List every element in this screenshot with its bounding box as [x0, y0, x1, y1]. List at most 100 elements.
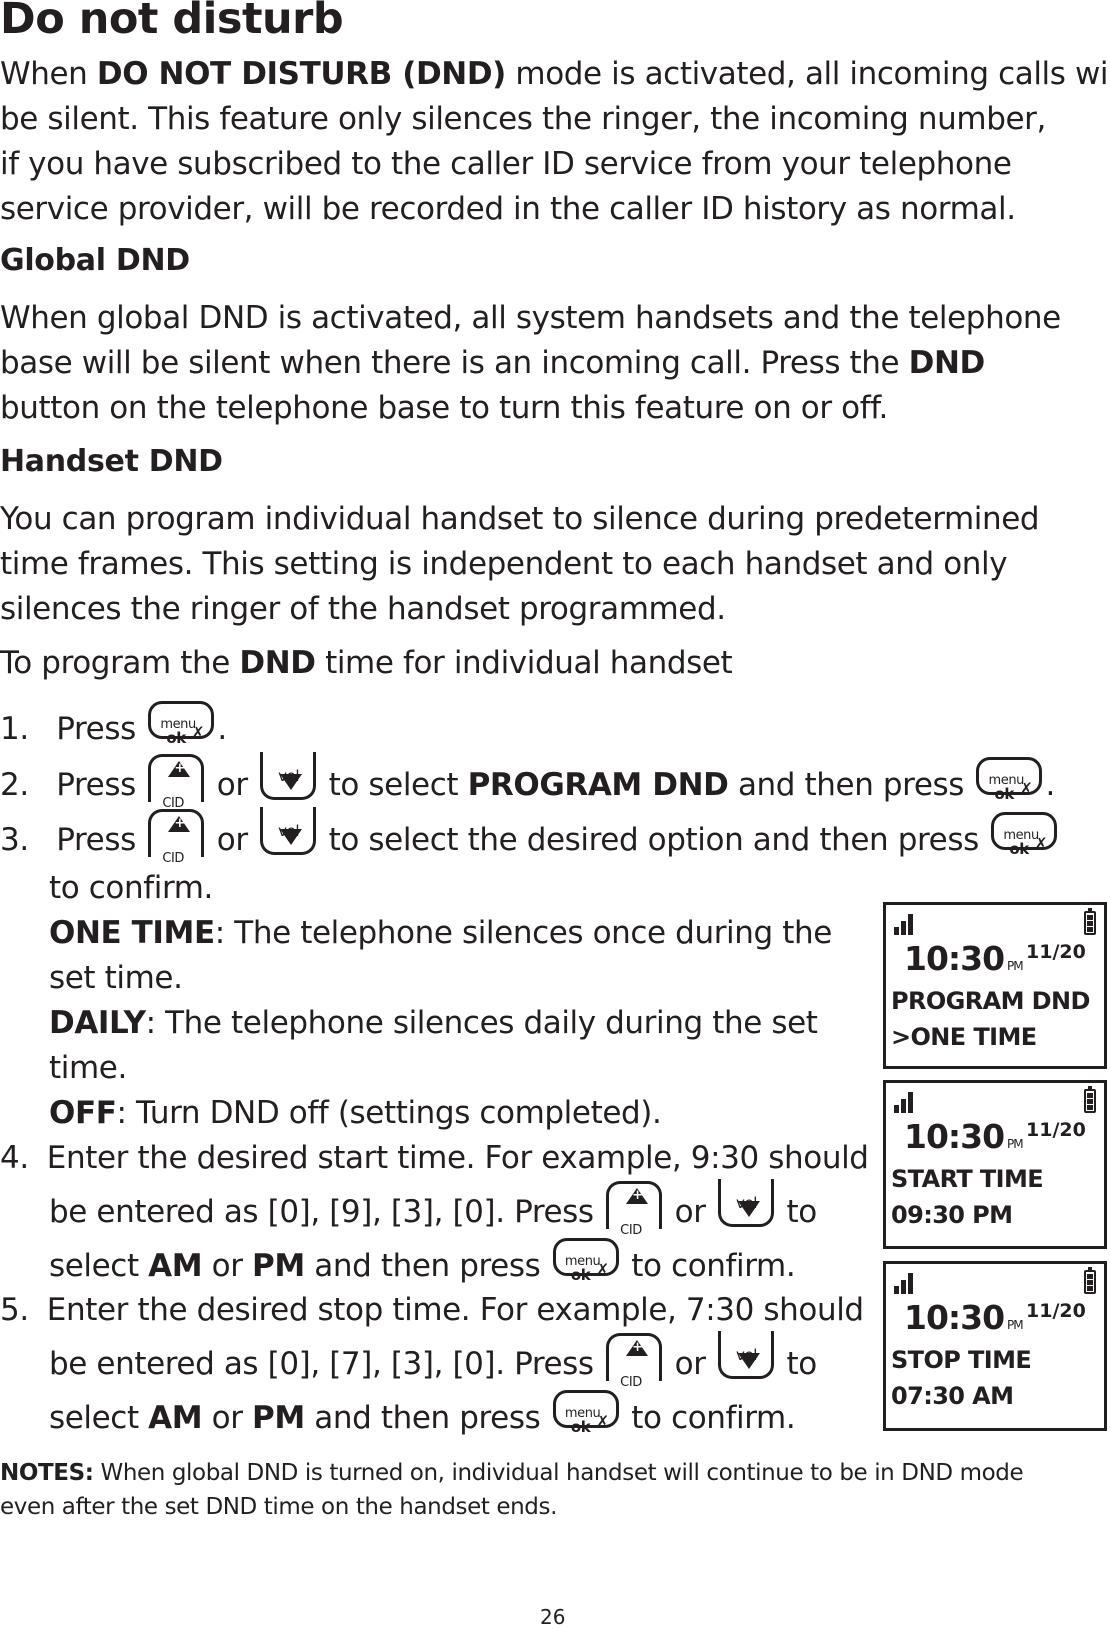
step-text: or [202, 1400, 253, 1436]
menu-ok-key-icon: menu ok ✗ [976, 756, 1043, 803]
intro-line-1: When DO NOT DISTURB (DND) mode is activa… [0, 52, 1110, 97]
key-label: ok [994, 784, 1014, 803]
step-text: or [202, 1248, 253, 1284]
screen-time: 10:30 PM [904, 1298, 1024, 1337]
down-triangle-icon [280, 773, 303, 790]
step-text: Press [56, 767, 136, 803]
up-triangle-icon [168, 760, 191, 777]
mute-mic-icon: ✗ [595, 1259, 609, 1279]
step-3: 3. Press CID or vol to select the desire… [0, 806, 1060, 866]
screen-date: 11/20 [1026, 1119, 1086, 1141]
handset-line-2: time frames. This setting is independent… [0, 546, 1008, 582]
global-text: base will be silent when there is an inc… [0, 345, 909, 381]
handset-dnd-heading: Handset DND [0, 444, 223, 479]
handset-line-1: You can program individual handset to si… [0, 501, 1040, 537]
intro-line-4: service provider, will be recorded in th… [0, 191, 1016, 227]
up-triangle-icon [626, 1339, 649, 1356]
time-value: 10:30 [904, 1298, 1005, 1337]
signal-icon [894, 1091, 916, 1113]
global-dnd-heading: Global DND [0, 243, 190, 278]
step-4-line-2: be entered as [0], [9], [3], [0]. Press … [49, 1178, 817, 1238]
notes-label: NOTES: [0, 1460, 94, 1486]
down-triangle-icon [280, 828, 303, 845]
mute-mic-icon: ✗ [1034, 833, 1048, 853]
screen-date: 11/20 [1026, 1300, 1086, 1322]
intro-text: When [0, 56, 97, 92]
step-text: to confirm. [631, 1248, 796, 1284]
step-text: to [786, 1346, 817, 1382]
screen-line-1: PROGRAM DND [891, 987, 1090, 1015]
option-desc: : Turn DND off (settings completed). [116, 1095, 662, 1131]
vol-down-key-icon: vol [260, 806, 317, 855]
vol-down-key-icon: vol [718, 1330, 775, 1379]
step-text: Press [56, 822, 136, 858]
step-3-continued: to confirm. [49, 870, 214, 906]
step-text: be entered as [0], [7], [3], [0]. Press [49, 1346, 594, 1382]
notes-text: When global DND is turned on, individual… [93, 1460, 1024, 1486]
handset-screen-start-time: 10:30 PM 11/20 START TIME 09:30 PM [883, 1080, 1107, 1249]
step-4: 4. Enter the desired start time. For exam… [0, 1136, 869, 1181]
intro-line-3: if you have subscribed to the caller ID … [0, 146, 1012, 182]
option-name: DAILY [49, 1005, 146, 1041]
global-line-2: base will be silent when there is an inc… [0, 341, 985, 386]
screen-date: 11/20 [1026, 941, 1086, 963]
time-value: 10:30 [904, 1117, 1005, 1156]
step-number: 5. [0, 1292, 29, 1328]
global-line-1: When global DND is activated, all system… [0, 300, 1061, 336]
step-text: Enter the desired start time. For exampl… [46, 1140, 869, 1176]
step-text: to confirm. [631, 1400, 796, 1436]
step-text: to select the desired option and then pr… [328, 822, 980, 858]
step-number: 2. [0, 767, 29, 803]
mute-mic-icon: ✗ [1019, 778, 1033, 798]
battery-icon [1084, 1267, 1096, 1294]
global-line-3: button on the telephone base to turn thi… [0, 390, 888, 426]
step-text: or [216, 767, 248, 803]
handset-screen-stop-time: 10:30 PM 11/20 STOP TIME 07:30 AM [883, 1261, 1107, 1431]
step-2: 2. Press CID or vol to select PROGRAM DN… [0, 751, 1055, 811]
notes-line-2: even after the set DND time on the hands… [0, 1494, 558, 1520]
screen-line-1: START TIME [891, 1165, 1044, 1193]
program-text: time for individual handset [315, 645, 733, 681]
step-text: to [786, 1194, 817, 1230]
handset-line-3: silences the ringer of the handset progr… [0, 591, 726, 627]
screen-time: 10:30 PM [904, 1117, 1024, 1156]
step-text: Enter the desired stop time. For example… [46, 1292, 864, 1328]
intro-bold: DO NOT DISTURB (DND) [96, 56, 506, 92]
step-text: or [674, 1194, 706, 1230]
step-text: and then press [304, 1248, 541, 1284]
option-off: OFF: Turn DND off (settings completed). [49, 1091, 662, 1136]
time-ampm: PM [1007, 959, 1024, 973]
down-triangle-icon [738, 1200, 761, 1217]
step-4-line-3: select AM or PM and then press menu ok ✗ t… [49, 1237, 796, 1289]
intro-line-2: be silent. This feature only silences th… [0, 101, 1046, 137]
step-number: 1. [0, 711, 29, 747]
step-text: . [217, 711, 227, 747]
option-daily-cont: time. [49, 1050, 127, 1086]
screen-time: 10:30 PM [904, 939, 1024, 978]
step-text: and then press [304, 1400, 541, 1436]
step-5: 5. Enter the desired stop time. For examp… [0, 1288, 864, 1333]
battery-icon [1084, 1086, 1096, 1113]
mute-mic-icon: ✗ [595, 1411, 609, 1431]
intro-text: mode is activated, all incoming calls wi… [505, 56, 1110, 92]
step-1: 1. Press menu ok ✗. [0, 700, 227, 752]
time-value: 10:30 [904, 939, 1005, 978]
menu-ok-key-icon: menu ok ✗ [148, 700, 215, 747]
up-triangle-icon [626, 1187, 649, 1204]
program-text: To program the [0, 645, 240, 681]
up-triangle-icon [168, 815, 191, 832]
key-label: ok [570, 1417, 591, 1436]
notes-line-1: NOTES: When global DND is turned on, ind… [0, 1460, 1024, 1486]
step-text: select [49, 1248, 149, 1284]
menu-ok-key-icon: menu ok ✗ [991, 811, 1058, 858]
option-desc: : The telephone silences once during the [214, 915, 833, 951]
cid-up-key-icon: CID [606, 1332, 663, 1390]
step-5-line-2: be entered as [0], [7], [3], [0]. Press … [49, 1330, 817, 1390]
screen-line-2: >ONE TIME [891, 1023, 1037, 1051]
page-title: Do not disturb [0, 0, 344, 44]
step-text: or [674, 1346, 706, 1382]
global-bold: DND [908, 345, 986, 381]
step-bold: AM [148, 1400, 203, 1436]
program-intro: To program the DND time for individual h… [0, 641, 733, 686]
step-text: and then press [728, 767, 965, 803]
